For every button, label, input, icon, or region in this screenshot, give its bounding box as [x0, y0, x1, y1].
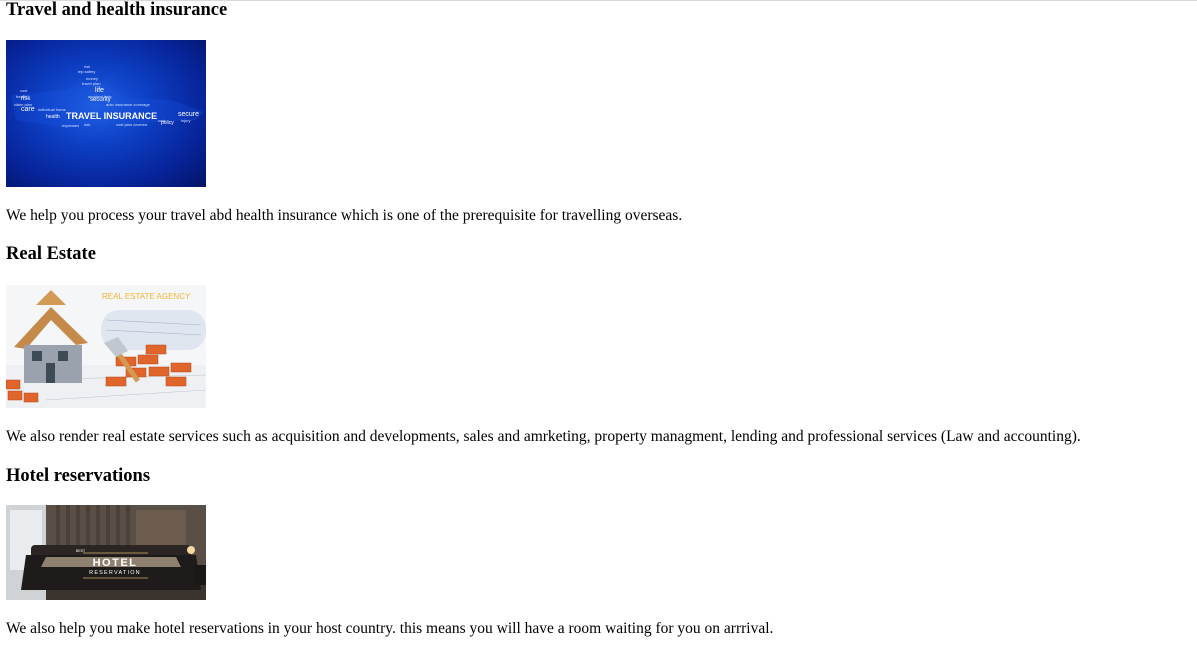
- svg-text:REAL ESTATE AGENCY: REAL ESTATE AGENCY: [102, 292, 191, 301]
- svg-text:auto insurance coverage: auto insurance coverage: [106, 102, 151, 107]
- hotel-reservation-image: BEST HOTEL RESERVATION: [6, 505, 206, 600]
- svg-text:BEST: BEST: [76, 549, 86, 553]
- travel-insurance-graphic: risk trip safety money travel plan life …: [11, 64, 204, 128]
- section-title: Travel and health insurance: [6, 0, 228, 20]
- svg-text:TRAVEL INSURANCE: TRAVEL INSURANCE: [66, 111, 157, 121]
- svg-text:care: care: [21, 106, 35, 113]
- hotel-reservation-graphic: BEST HOTEL RESERVATION: [6, 505, 206, 600]
- section-title: Hotel reservations: [6, 466, 151, 486]
- svg-text:individual home: individual home: [38, 107, 67, 112]
- svg-text:cost plan covered: cost plan covered: [116, 122, 147, 127]
- section-description: We help you process your travel abd heal…: [6, 207, 683, 224]
- travel-insurance-image: risk trip safety money travel plan life …: [6, 40, 206, 187]
- section-description: We also help you make hotel reservations…: [6, 620, 774, 637]
- svg-text:secure: secure: [178, 111, 199, 118]
- svg-text:expenses: expenses: [62, 123, 79, 128]
- real-estate-image: REAL ESTATE AGENCY: [6, 285, 206, 408]
- svg-text:travel plan: travel plan: [82, 81, 100, 86]
- real-estate-graphic: REAL ESTATE AGENCY: [6, 285, 206, 408]
- svg-text:health: health: [46, 114, 60, 120]
- svg-text:injury: injury: [181, 118, 191, 123]
- svg-text:cost: cost: [20, 88, 28, 93]
- section-title: Real Estate: [6, 244, 96, 264]
- svg-text:risk: risk: [84, 122, 90, 127]
- section-description: We also render real estate services such…: [6, 428, 1081, 445]
- svg-text:life: life: [95, 87, 104, 94]
- svg-text:RESERVATION: RESERVATION: [89, 570, 141, 576]
- svg-text:HOTEL: HOTEL: [93, 557, 138, 569]
- svg-text:policy: policy: [161, 120, 174, 126]
- svg-text:trip safety: trip safety: [78, 69, 95, 74]
